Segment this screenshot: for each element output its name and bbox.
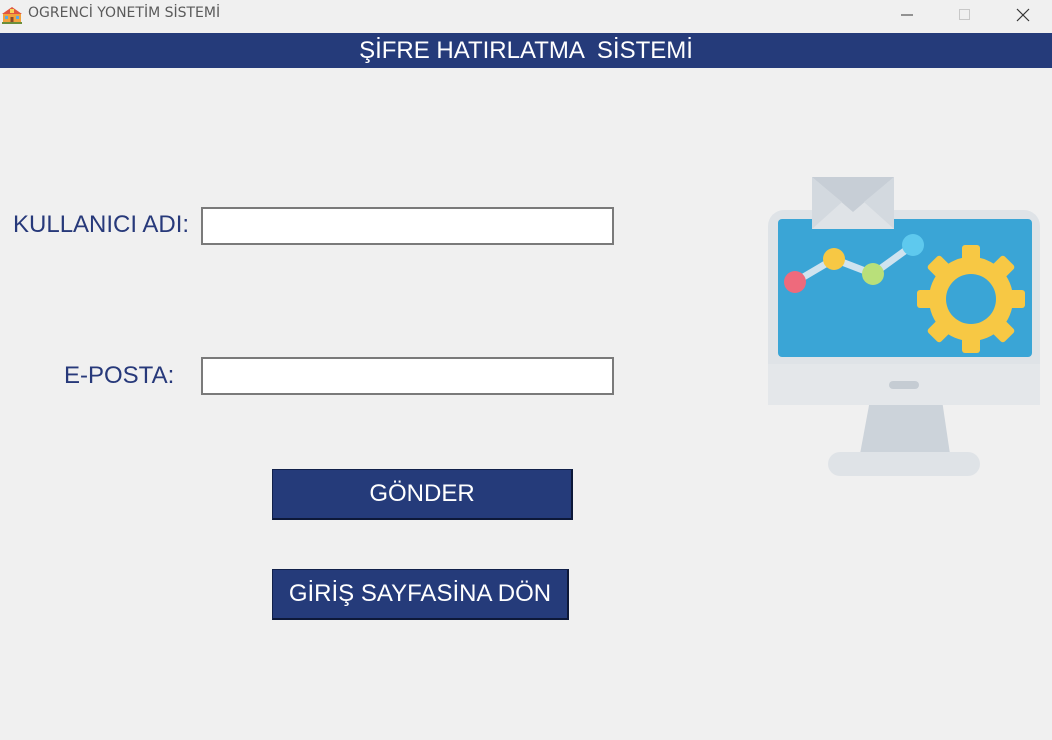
minimize-button[interactable] <box>878 0 936 30</box>
maximize-icon <box>959 9 970 20</box>
header-banner: ŞİFRE HATIRLATMA SİSTEMİ <box>0 33 1052 68</box>
title-bar: OGRENCİ YONETİM SİSTEMİ <box>0 0 1052 32</box>
send-button[interactable]: GÖNDER <box>272 469 573 520</box>
back-to-login-button[interactable]: GİRİŞ SAYFASİNA DÖN <box>272 569 569 620</box>
app-window: OGRENCİ YONETİM SİSTEMİ ŞİFRE HATIRLATMA… <box>0 0 1052 740</box>
email-input[interactable] <box>201 357 614 395</box>
page-title: ŞİFRE HATIRLATMA SİSTEMİ <box>359 36 693 64</box>
maximize-button[interactable] <box>936 0 994 30</box>
email-label: E-POSTA: <box>64 362 175 389</box>
close-icon <box>1016 8 1030 22</box>
school-building-icon <box>2 7 22 24</box>
username-input[interactable] <box>201 207 614 245</box>
minimize-icon <box>901 14 913 16</box>
close-button[interactable] <box>994 0 1052 30</box>
username-label: KULLANICI ADI: <box>13 211 190 238</box>
window-title: OGRENCİ YONETİM SİSTEMİ <box>28 5 221 21</box>
computer-mail-settings-icon <box>768 177 1040 476</box>
